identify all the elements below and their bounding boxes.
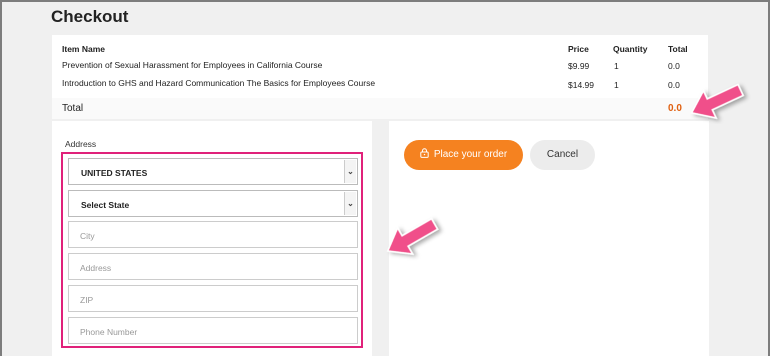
item-name: Prevention of Sexual Harassment for Empl…: [62, 60, 323, 70]
chevron-down-icon: ⌄: [344, 160, 356, 183]
address-highlight-box: UNITED STATES ⌄ Select State ⌄ City Addr…: [61, 152, 363, 348]
country-select-value: UNITED STATES: [81, 168, 148, 178]
order-summary: Item Name Price Quantity Total Preventio…: [52, 35, 708, 119]
address-panel: Address UNITED STATES ⌄ Select State ⌄ C…: [52, 121, 372, 356]
total-row: Total 0.0: [52, 98, 708, 119]
page-title: Checkout: [51, 7, 129, 26]
item-price: $14.99: [568, 80, 594, 90]
phone-placeholder: Phone Number: [80, 327, 138, 337]
state-select[interactable]: Select State ⌄: [68, 190, 358, 217]
item-total: 0.0: [668, 80, 680, 90]
city-field[interactable]: City: [68, 221, 358, 248]
item-price: $9.99: [568, 61, 590, 71]
column-header-price: Price: [568, 44, 589, 54]
total-label: Total: [62, 103, 84, 114]
place-order-label: Place your order: [433, 149, 508, 160]
address-field[interactable]: Address: [68, 253, 358, 280]
pink-arrow-icon: [690, 83, 745, 120]
address-placeholder: Address: [80, 263, 112, 273]
pink-arrow-icon: [386, 217, 439, 255]
item-quantity: 1: [614, 80, 619, 90]
column-header-total: Total: [668, 44, 688, 54]
zip-field[interactable]: ZIP: [68, 285, 358, 312]
zip-placeholder: ZIP: [80, 295, 94, 305]
column-header-quantity: Quantity: [613, 44, 648, 54]
item-name: Introduction to GHS and Hazard Communica…: [62, 78, 376, 88]
phone-field[interactable]: Phone Number: [68, 317, 358, 344]
city-placeholder: City: [80, 231, 95, 241]
total-value: 0.0: [668, 103, 682, 114]
cancel-button[interactable]: Cancel: [530, 140, 595, 170]
column-header-item: Item Name: [62, 44, 105, 54]
chevron-down-icon: ⌄: [344, 192, 356, 215]
address-label: Address: [65, 139, 97, 149]
item-quantity: 1: [614, 61, 619, 71]
state-select-value: Select State: [81, 200, 130, 210]
country-select[interactable]: UNITED STATES ⌄: [68, 158, 358, 185]
item-total: 0.0: [668, 61, 680, 71]
place-order-button[interactable]: Place your order: [404, 140, 523, 170]
lock-icon: [420, 140, 429, 170]
